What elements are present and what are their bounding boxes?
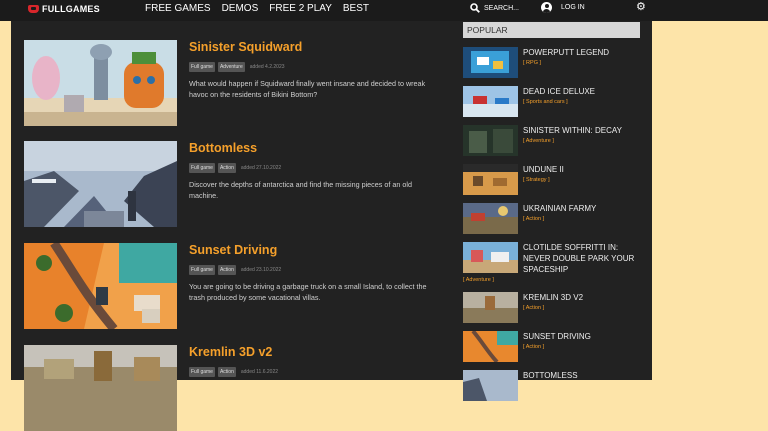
nav-free-2-play[interactable]: FREE 2 PLAY xyxy=(269,3,332,14)
game-title[interactable]: Sunset Driving xyxy=(189,243,277,257)
gear-icon[interactable]: ⚙ xyxy=(636,0,646,13)
logo-text: FULLGAMES xyxy=(42,4,100,14)
popular-thumbnail[interactable] xyxy=(463,86,518,117)
tag-genre[interactable]: Action xyxy=(217,163,236,173)
popular-thumbnail[interactable] xyxy=(463,203,518,234)
game-title[interactable]: Sinister Squidward xyxy=(189,40,302,54)
popular-item-category: [ Action ] xyxy=(523,344,545,350)
popular-thumbnail[interactable] xyxy=(463,164,518,195)
game-description: What would happen if Squidward finally w… xyxy=(189,79,426,99)
tag-type[interactable]: Full game xyxy=(189,163,215,173)
game-entry: Bottomless Full game Action added 27.10.… xyxy=(24,141,444,227)
popular-thumbnail[interactable] xyxy=(463,370,518,401)
popular-sidebar: POPULAR POWERPUTT LEGEND [ RPG ] DEAD IC… xyxy=(463,21,640,401)
game-tags: Full game Action added 23.10.2022 xyxy=(189,265,281,275)
search-icon xyxy=(470,3,480,13)
popular-item-category: [ Adventure ] xyxy=(523,138,554,144)
popular-item-name: DEAD ICE DELUXE xyxy=(523,87,596,96)
nav-best[interactable]: BEST xyxy=(343,3,369,14)
popular-thumbnail[interactable] xyxy=(463,125,518,156)
game-description: Discover the depths of antarctica and fi… xyxy=(189,180,412,200)
tag-type[interactable]: Full game xyxy=(189,265,215,275)
popular-heading: POPULAR xyxy=(463,22,640,38)
nav-free-games[interactable]: FREE GAMES xyxy=(145,3,211,14)
popular-item-name: SUNSET DRIVING xyxy=(523,332,591,341)
game-thumbnail[interactable] xyxy=(24,141,177,227)
popular-item-category: [ Adventure ] xyxy=(463,277,494,283)
user-icon xyxy=(541,2,552,13)
game-tags: Full game Action added 11.6.2022 xyxy=(189,367,278,377)
game-title[interactable]: Bottomless xyxy=(189,141,257,155)
game-tags: Full game Adventure added 4.2.2023 xyxy=(189,62,285,72)
login-button[interactable]: LOG IN xyxy=(541,2,585,13)
game-entry: Sinister Squidward Full game Adventure a… xyxy=(24,40,444,126)
popular-item-category: [ RPG ] xyxy=(523,60,542,66)
tag-type[interactable]: Full game xyxy=(189,367,215,377)
game-entry: Kremlin 3D v2 Full game Action added 11.… xyxy=(24,345,444,431)
tag-type[interactable]: Full game xyxy=(189,62,215,72)
added-date: added 23.10.2022 xyxy=(240,267,282,273)
popular-item-category: [ Strategy ] xyxy=(523,177,550,183)
popular-item-name: CLOTILDE SOFFRITTI IN: NEVER DOUBLE PARK… xyxy=(523,243,635,274)
popular-thumbnail[interactable] xyxy=(463,242,518,273)
nav-demos[interactable]: DEMOS xyxy=(222,3,259,14)
popular-item-name: BOTTOMLESS xyxy=(523,371,578,380)
site-logo[interactable]: FULLGAMES xyxy=(28,3,100,15)
top-navigation-bar: FULLGAMES FREE GAMES DEMOS FREE 2 PLAY B… xyxy=(0,0,768,21)
popular-item-category: [ Sports and cars ] xyxy=(523,99,568,105)
popular-thumbnail[interactable] xyxy=(463,331,518,362)
added-date: added 11.6.2022 xyxy=(240,369,279,375)
tag-genre[interactable]: Adventure xyxy=(217,62,245,72)
added-date: added 27.10.2022 xyxy=(240,165,282,171)
popular-thumbnail[interactable] xyxy=(463,292,518,323)
tag-genre[interactable]: Action xyxy=(217,265,236,275)
popular-item-name: UNDUNE II xyxy=(523,165,564,174)
added-date: added 4.2.2023 xyxy=(249,64,285,70)
game-description: You are going to be driving a garbage tr… xyxy=(189,282,427,302)
search-button[interactable]: SEARCH... xyxy=(470,3,519,13)
popular-thumbnail[interactable] xyxy=(463,47,518,78)
game-thumbnail[interactable] xyxy=(24,345,177,431)
search-label: SEARCH... xyxy=(484,4,520,12)
tag-genre[interactable]: Action xyxy=(217,367,236,377)
main-nav: FREE GAMES DEMOS FREE 2 PLAY BEST xyxy=(145,3,380,14)
game-thumbnail[interactable] xyxy=(24,40,177,126)
game-title[interactable]: Kremlin 3D v2 xyxy=(189,345,272,359)
gamepad-logo-icon xyxy=(28,5,39,13)
popular-item-name: SINISTER WITHIN: DECAY xyxy=(523,126,622,135)
popular-item-name: UKRAINIAN FARMY xyxy=(523,204,597,213)
game-tags: Full game Action added 27.10.2022 xyxy=(189,163,281,173)
main-content: Sinister Squidward Full game Adventure a… xyxy=(11,21,652,431)
popular-item-name: KREMLIN 3D V2 xyxy=(523,293,584,302)
game-thumbnail[interactable] xyxy=(24,243,177,329)
popular-item-category: [ Action ] xyxy=(523,305,545,311)
login-label: LOG IN xyxy=(561,4,585,11)
popular-item-name: POWERPUTT LEGEND xyxy=(523,48,610,57)
popular-item-category: [ Action ] xyxy=(523,216,545,222)
game-entry: Sunset Driving Full game Action added 23… xyxy=(24,243,444,329)
